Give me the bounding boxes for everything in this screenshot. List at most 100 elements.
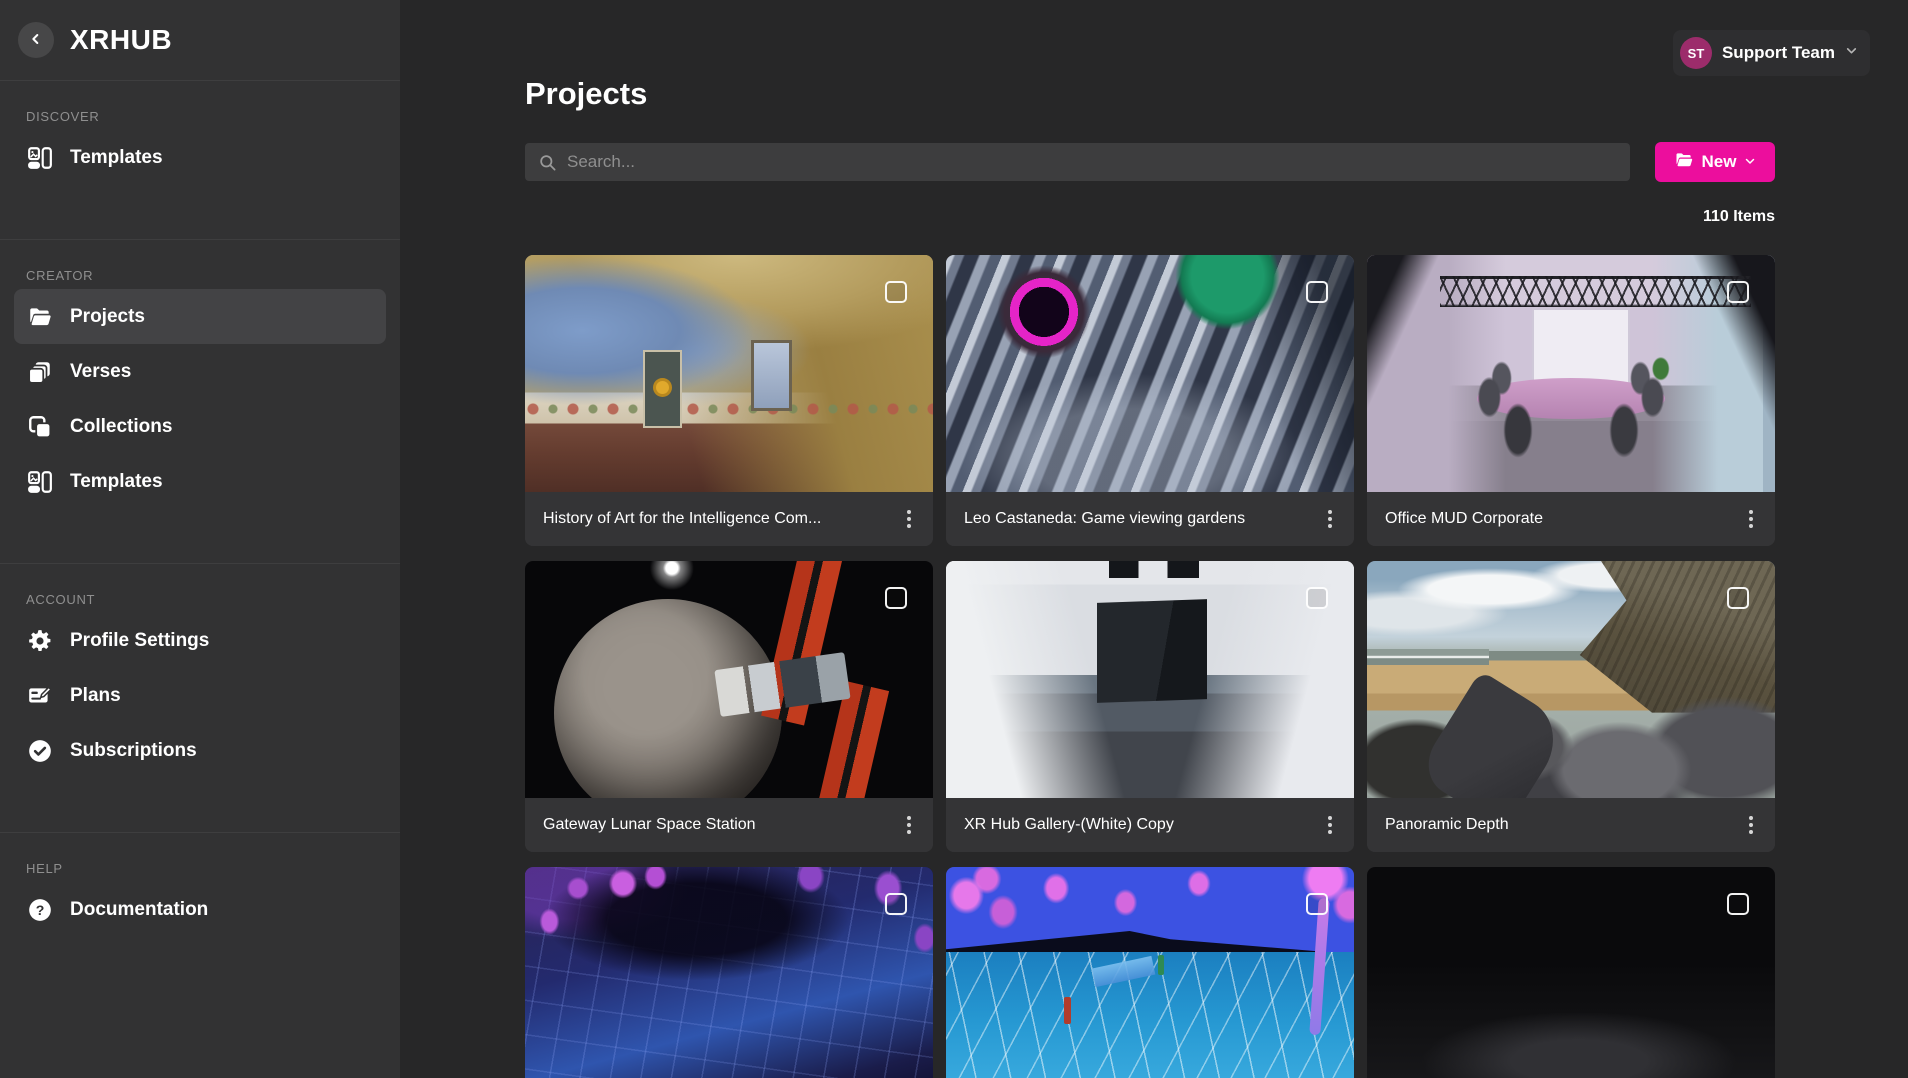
sidebar-item-label: Subscriptions: [70, 740, 197, 762]
avatar: ST: [1680, 37, 1712, 69]
card-caption: Gateway Lunar Space Station: [525, 798, 933, 852]
ceiling-lights-decor: [1109, 561, 1215, 578]
sidebar: XRHUB DISCOVER Templates CREATOR P: [0, 0, 400, 1078]
sidebar-nav: DISCOVER Templates CREATOR Projects: [0, 81, 400, 991]
folder-open-icon: [26, 303, 54, 331]
chevron-left-icon: [28, 31, 44, 50]
chevron-down-icon: [1744, 152, 1756, 172]
card-caption: XR Hub Gallery-(White) Copy: [946, 798, 1354, 852]
project-thumbnail-beach[interactable]: [1367, 561, 1775, 798]
search-input[interactable]: [525, 143, 1630, 181]
select-checkbox[interactable]: [1306, 281, 1328, 303]
window-decor: [751, 340, 792, 411]
app-title: XRHUB: [70, 24, 172, 56]
sidebar-item-templates-creator[interactable]: Templates: [14, 454, 386, 509]
card-caption: Office MUD Corporate: [1367, 492, 1775, 546]
app-root: XRHUB DISCOVER Templates CREATOR P: [0, 0, 1908, 1078]
search-bar: [525, 143, 1630, 181]
select-checkbox[interactable]: [885, 587, 907, 609]
project-thumbnail-neon-grid-bright[interactable]: [946, 867, 1354, 1078]
toolbar: New: [525, 142, 1775, 182]
search-icon: [538, 153, 557, 177]
select-checkbox[interactable]: [885, 281, 907, 303]
sidebar-section-account: ACCOUNT Profile Settings Plans: [0, 564, 400, 833]
project-card[interactable]: Gateway Lunar Space Station: [525, 561, 933, 852]
chevron-down-icon: [1845, 44, 1858, 62]
projects-grid: History of Art for the Intelligence Com.…: [525, 255, 1775, 1078]
sidebar-header: XRHUB: [0, 0, 400, 81]
card-caption: History of Art for the Intelligence Com.…: [525, 492, 933, 546]
items-count: 110 Items: [525, 208, 1775, 226]
collections-icon: [26, 413, 54, 441]
project-thumbnail-art-room[interactable]: [525, 255, 933, 492]
project-thumbnail-neon-grid-dark[interactable]: [525, 867, 933, 1078]
project-thumbnail-dark-room[interactable]: [1367, 867, 1775, 1078]
sidebar-item-subscriptions[interactable]: Subscriptions: [14, 723, 386, 778]
section-label-creator: CREATOR: [14, 268, 386, 283]
verses-layers-icon: [26, 358, 54, 386]
sidebar-item-label: Plans: [70, 685, 121, 707]
select-checkbox[interactable]: [1727, 893, 1749, 915]
sidebar-item-templates-discover[interactable]: Templates: [14, 130, 386, 185]
back-button[interactable]: [18, 22, 54, 58]
chairs-decor: [1367, 255, 1775, 492]
kebab-menu-icon[interactable]: [895, 798, 923, 852]
select-checkbox[interactable]: [1727, 587, 1749, 609]
sidebar-section-discover: DISCOVER Templates: [0, 81, 400, 240]
avatar-figure-decor: [1158, 955, 1164, 975]
sidebar-item-profile-settings[interactable]: Profile Settings: [14, 613, 386, 668]
project-thumbnail-moon-station[interactable]: [525, 561, 933, 798]
project-title: History of Art for the Intelligence Com.…: [543, 510, 887, 528]
project-card[interactable]: [1367, 867, 1775, 1078]
project-card[interactable]: [946, 867, 1354, 1078]
kebab-menu-icon[interactable]: [1316, 798, 1344, 852]
sidebar-item-projects[interactable]: Projects: [14, 289, 386, 344]
sidebar-item-label: Documentation: [70, 899, 208, 921]
project-title: Panoramic Depth: [1385, 816, 1729, 834]
project-title: Office MUD Corporate: [1385, 510, 1729, 528]
sidebar-item-label: Projects: [70, 306, 145, 328]
kebab-menu-icon[interactable]: [1737, 798, 1765, 852]
sidebar-item-label: Templates: [70, 147, 163, 169]
kebab-menu-icon[interactable]: [1316, 492, 1344, 546]
project-card[interactable]: Office MUD Corporate: [1367, 255, 1775, 546]
select-checkbox[interactable]: [885, 893, 907, 915]
project-card[interactable]: Panoramic Depth: [1367, 561, 1775, 852]
rocks-decor: [1367, 684, 1775, 798]
sidebar-item-label: Templates: [70, 471, 163, 493]
sidebar-item-plans[interactable]: Plans: [14, 668, 386, 723]
select-checkbox[interactable]: [1306, 587, 1328, 609]
kebab-menu-icon[interactable]: [895, 492, 923, 546]
surf-decor: [1367, 649, 1489, 666]
templates-icon: [26, 144, 54, 172]
sidebar-item-documentation[interactable]: ? Documentation: [14, 882, 386, 937]
project-thumbnail-office[interactable]: [1367, 255, 1775, 492]
plans-card-icon: [26, 682, 54, 710]
sidebar-item-verses[interactable]: Verses: [14, 344, 386, 399]
sidebar-item-collections[interactable]: Collections: [14, 399, 386, 454]
project-card[interactable]: XR Hub Gallery-(White) Copy: [946, 561, 1354, 852]
new-button[interactable]: New: [1655, 142, 1775, 182]
gallery-wall-decor: [1097, 599, 1207, 702]
section-label-account: ACCOUNT: [14, 592, 386, 607]
select-checkbox[interactable]: [1306, 893, 1328, 915]
sidebar-item-label: Verses: [70, 361, 131, 383]
project-card[interactable]: History of Art for the Intelligence Com.…: [525, 255, 933, 546]
kebab-menu-icon[interactable]: [1737, 492, 1765, 546]
project-thumbnail-white-gallery[interactable]: [946, 561, 1354, 798]
page-title: Projects: [525, 76, 1775, 112]
sidebar-item-label: Profile Settings: [70, 630, 209, 652]
user-menu[interactable]: ST Support Team: [1673, 30, 1870, 76]
palms-decor: [525, 867, 933, 1078]
user-name: Support Team: [1722, 43, 1835, 63]
sidebar-section-creator: CREATOR Projects Verses: [0, 240, 400, 564]
section-label-help: HELP: [14, 861, 386, 876]
card-caption: Leo Castaneda: Game viewing gardens: [946, 492, 1354, 546]
door-decor: [643, 350, 682, 428]
project-card[interactable]: [525, 867, 933, 1078]
new-button-label: New: [1702, 152, 1737, 172]
question-circle-icon: ?: [26, 896, 54, 924]
select-checkbox[interactable]: [1727, 281, 1749, 303]
project-thumbnail-abstract[interactable]: [946, 255, 1354, 492]
project-card[interactable]: Leo Castaneda: Game viewing gardens: [946, 255, 1354, 546]
